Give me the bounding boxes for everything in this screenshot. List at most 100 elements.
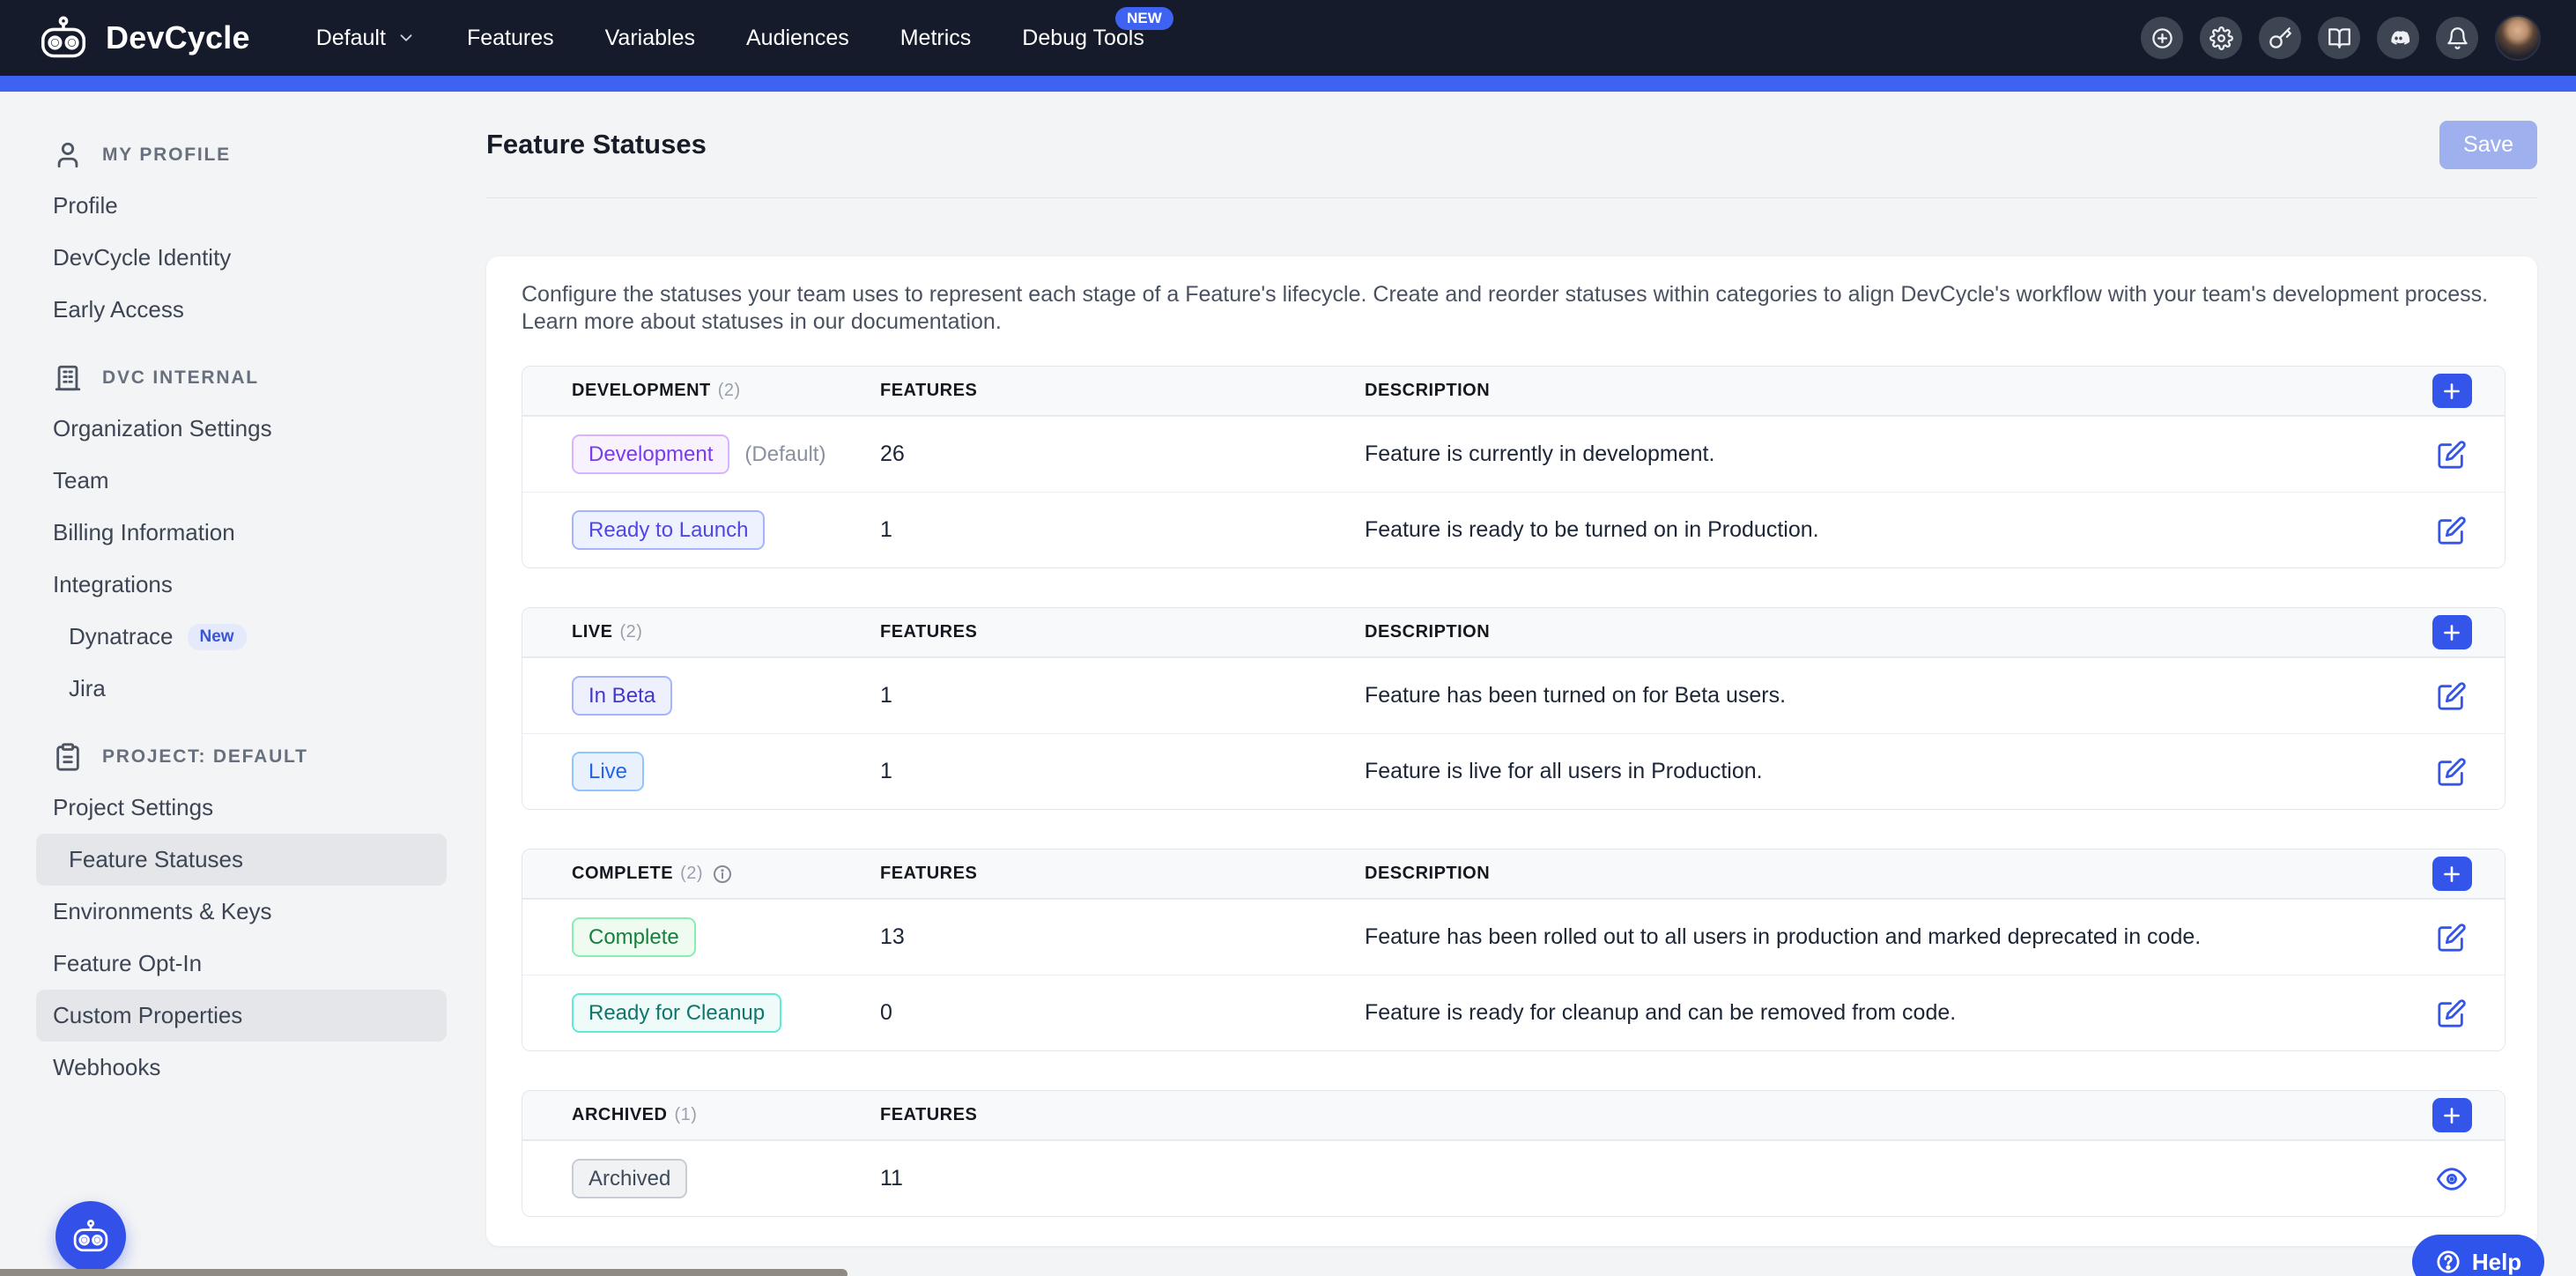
sidebar-item-feature-opt-in[interactable]: Feature Opt-In: [36, 938, 447, 990]
edit-status-button[interactable]: [2437, 923, 2467, 953]
nav-item-variables[interactable]: Variables: [580, 0, 721, 76]
intro-text: Configure the statuses your team uses to…: [522, 281, 2495, 335]
sidebar-item-label: Early Access: [53, 296, 184, 323]
plus-circle-button[interactable]: [2141, 17, 2183, 59]
add-status-button[interactable]: [2432, 374, 2472, 408]
status-badge: Ready to Launch: [572, 510, 765, 551]
discord-icon: [2387, 26, 2410, 50]
category-count: (2): [680, 864, 703, 884]
status-badge-cell: Development(Default): [572, 434, 880, 475]
sidebar-item-webhooks[interactable]: Webhooks: [36, 1042, 447, 1094]
nav-item-features[interactable]: Features: [441, 0, 580, 76]
category-column-header: ARCHIVED(1): [572, 1105, 880, 1125]
new-badge: NEW: [1115, 7, 1173, 30]
sidebar-item-dynatrace[interactable]: DynatraceNew: [36, 611, 447, 663]
sidebar-item-label: Feature Opt-In: [53, 950, 202, 977]
plus-icon: [2440, 621, 2463, 644]
status-description: Feature is live for all users in Product…: [1365, 759, 2399, 784]
sidebar-item-label: Environments & Keys: [53, 898, 272, 925]
edit-pencil-icon: [2437, 516, 2467, 545]
description-column-header: DESCRIPTION: [1365, 381, 2399, 401]
table-header: LIVE(2)FEATURESDESCRIPTION: [522, 608, 2505, 657]
sidebar-item-label: Project Settings: [53, 794, 213, 821]
bell-button[interactable]: [2436, 17, 2478, 59]
add-status-button[interactable]: [2432, 857, 2472, 891]
sidebar-item-devcycle-identity[interactable]: DevCycle Identity: [36, 232, 447, 284]
project-selector-dropdown[interactable]: Default: [291, 0, 441, 76]
user-avatar[interactable]: [2495, 15, 2541, 61]
nav-item-label: Variables: [605, 26, 695, 51]
edit-status-button[interactable]: [2437, 516, 2467, 545]
edit-status-button[interactable]: [2437, 681, 2467, 711]
person-icon: [53, 140, 83, 170]
edit-pencil-icon: [2437, 923, 2467, 953]
nav-item-label: Audiences: [746, 26, 849, 51]
edit-pencil-icon: [2437, 681, 2467, 711]
sidebar-item-early-access[interactable]: Early Access: [36, 284, 447, 336]
accent-bar: [0, 76, 2576, 92]
sidebar-item-project-settings[interactable]: Project Settings: [36, 782, 447, 834]
horizontal-scrollbar[interactable]: [0, 1269, 848, 1276]
status-badge-cell: Ready to Launch: [572, 510, 880, 551]
sidebar-item-label: Dynatrace: [69, 623, 174, 650]
status-badge: Development: [572, 434, 729, 475]
status-badge: In Beta: [572, 676, 672, 716]
features-count: 1: [880, 759, 1365, 784]
status-row: Ready to Launch1Feature is ready to be t…: [522, 492, 2505, 568]
nav-item-label: Features: [467, 26, 554, 51]
edit-pencil-icon: [2437, 757, 2467, 787]
table-header: COMPLETE(2)FEATURESDESCRIPTION: [522, 849, 2505, 899]
plus-circle-icon: [2150, 26, 2174, 50]
assistant-robot-button[interactable]: [56, 1201, 126, 1272]
description-column-header: DESCRIPTION: [1365, 864, 2399, 884]
add-status-button[interactable]: [2432, 1098, 2472, 1132]
plus-icon: [2440, 1104, 2463, 1127]
main-content: Feature Statuses Save Configure the stat…: [476, 92, 2576, 1276]
sidebar-item-custom-properties[interactable]: Custom Properties: [36, 990, 447, 1042]
category-name: ARCHIVED: [572, 1105, 667, 1125]
features-column-header: FEATURES: [880, 864, 1365, 884]
gear-button[interactable]: [2200, 17, 2242, 59]
sidebar-item-label: Jira: [69, 675, 106, 702]
plus-icon: [2440, 380, 2463, 403]
key-button[interactable]: [2259, 17, 2301, 59]
status-badge: Archived: [572, 1159, 687, 1199]
status-badge-cell: In Beta: [572, 676, 880, 716]
sidebar-item-feature-statuses[interactable]: Feature Statuses: [36, 834, 447, 886]
nav-item-audiences[interactable]: Audiences: [721, 0, 875, 76]
sidebar-item-team[interactable]: Team: [36, 455, 447, 507]
feature-statuses-card: Configure the statuses your team uses to…: [486, 256, 2537, 1246]
status-row: Live1Feature is live for all users in Pr…: [522, 733, 2505, 809]
sidebar-item-organization-settings[interactable]: Organization Settings: [36, 403, 447, 455]
robot-icon: [70, 1219, 112, 1254]
status-table-complete: COMPLETE(2)FEATURESDESCRIPTIONComplete13…: [522, 849, 2506, 1051]
edit-status-button[interactable]: [2437, 757, 2467, 787]
edit-pencil-icon: [2437, 440, 2467, 470]
category-name: DEVELOPMENT: [572, 381, 711, 401]
devcycle-logo[interactable]: DevCycle: [35, 15, 250, 61]
save-button[interactable]: Save: [2439, 121, 2537, 169]
sidebar-item-profile[interactable]: Profile: [36, 180, 447, 232]
nav-item-metrics[interactable]: Metrics: [875, 0, 997, 76]
table-header: ARCHIVED(1)FEATURES: [522, 1091, 2505, 1140]
docs-book-button[interactable]: [2318, 17, 2360, 59]
sidebar-item-jira[interactable]: Jira: [36, 663, 447, 715]
help-button[interactable]: Help: [2412, 1235, 2544, 1276]
sidebar-section-header: MY PROFILE: [53, 130, 476, 180]
sidebar-item-environments-keys[interactable]: Environments & Keys: [36, 886, 447, 938]
features-count: 26: [880, 441, 1365, 467]
nav-item-debug-tools[interactable]: Debug ToolsNEW: [996, 0, 1170, 76]
top-navbar: DevCycle Default Features Variables Audien…: [0, 0, 2576, 76]
edit-status-button[interactable]: [2437, 440, 2467, 470]
sidebar-item-integrations[interactable]: Integrations: [36, 559, 447, 611]
edit-status-button[interactable]: [2437, 998, 2467, 1028]
sidebar-item-billing-information[interactable]: Billing Information: [36, 507, 447, 559]
status-row: Complete13Feature has been rolled out to…: [522, 899, 2505, 975]
status-table-live: LIVE(2)FEATURESDESCRIPTION In Beta 1Featur…: [522, 607, 2506, 810]
add-status-button[interactable]: [2432, 615, 2472, 649]
discord-button[interactable]: [2377, 17, 2419, 59]
info-icon[interactable]: [712, 864, 733, 885]
category-column-header: LIVE(2): [572, 622, 880, 642]
gear-icon: [2210, 26, 2233, 50]
view-status-button[interactable]: [2437, 1164, 2467, 1194]
